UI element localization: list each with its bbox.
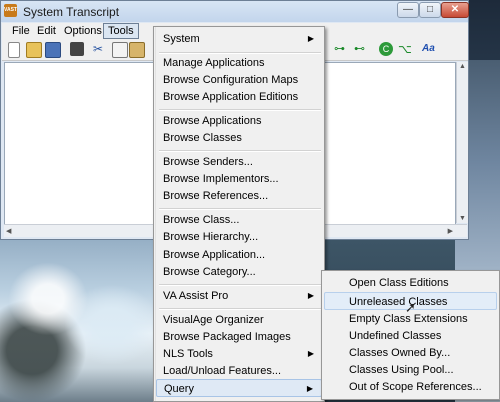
- menu-item-va-assist-pro[interactable]: VA Assist Pro ▶: [156, 287, 322, 305]
- window-title: System Transcript: [23, 5, 120, 19]
- menu-item-label: VA Assist Pro: [163, 290, 229, 302]
- maximize-button[interactable]: □: [419, 2, 441, 18]
- menu-item-label: Query: [164, 383, 194, 395]
- menu-item-browse-class[interactable]: Browse Class...: [156, 211, 322, 229]
- menu-item-browse-senders[interactable]: Browse Senders...: [156, 153, 322, 171]
- menu-separator: [159, 308, 321, 310]
- scroll-up-arrow-icon[interactable]: ▲: [459, 63, 466, 70]
- query-item-classes-using-pool[interactable]: Classes Using Pool...: [324, 361, 497, 379]
- font-icon[interactable]: Aa: [422, 42, 440, 56]
- menu-item-browse-packaged-images[interactable]: Browse Packaged Images: [156, 328, 322, 346]
- mouse-cursor-icon: ➚: [405, 300, 416, 315]
- paste-icon[interactable]: [129, 42, 145, 58]
- menu-item-nls-tools[interactable]: NLS Tools ▶: [156, 345, 322, 363]
- scroll-left-arrow-icon[interactable]: ◀: [6, 227, 11, 235]
- submenu-arrow-icon: ▶: [306, 384, 313, 393]
- new-icon[interactable]: [8, 42, 20, 58]
- menu-separator: [159, 109, 321, 111]
- submenu-arrow-icon: ▶: [307, 349, 314, 358]
- menu-item-load-unload-features[interactable]: Load/Unload Features...: [156, 362, 322, 380]
- menu-item-browse-application-editions[interactable]: Browse Application Editions: [156, 88, 322, 106]
- title-bar[interactable]: VAST System Transcript — □ ✕: [1, 1, 469, 22]
- menu-separator: [159, 208, 321, 210]
- print-icon[interactable]: [70, 42, 84, 56]
- menu-item-browse-classes[interactable]: Browse Classes: [156, 129, 322, 147]
- scroll-down-arrow-icon[interactable]: ▼: [459, 215, 466, 222]
- query-item-out-of-scope-references[interactable]: Out of Scope References...: [324, 378, 497, 396]
- branch-icon[interactable]: ⌥: [398, 42, 412, 56]
- query-item-classes-owned-by[interactable]: Classes Owned By...: [324, 344, 497, 362]
- menu-item-browse-implementors[interactable]: Browse Implementors...: [156, 170, 322, 188]
- query-submenu: Open Class Editions Unreleased Classes E…: [321, 270, 500, 400]
- refresh-icon[interactable]: C: [379, 42, 393, 56]
- wallpaper-scenery: [0, 230, 160, 402]
- menu-tools[interactable]: Tools: [103, 23, 139, 39]
- cut-icon[interactable]: ✂: [93, 42, 107, 56]
- menu-item-browse-hierarchy[interactable]: Browse Hierarchy...: [156, 228, 322, 246]
- close-button[interactable]: ✕: [441, 2, 469, 18]
- open-icon[interactable]: [26, 42, 42, 58]
- menu-item-query[interactable]: Query ▶: [156, 379, 322, 397]
- vertical-scrollbar[interactable]: ▲ ▼: [456, 62, 468, 223]
- menu-item-label: System: [163, 33, 200, 45]
- menu-item-browse-configuration-maps[interactable]: Browse Configuration Maps: [156, 71, 322, 89]
- scroll-right-arrow-icon[interactable]: ▶: [448, 227, 453, 235]
- hierarchy-icon[interactable]: ⊶: [334, 42, 348, 56]
- query-item-open-class-editions[interactable]: Open Class Editions: [324, 274, 497, 292]
- menu-file[interactable]: File: [8, 24, 34, 38]
- menu-item-browse-category[interactable]: Browse Category...: [156, 263, 322, 281]
- menu-separator: [159, 150, 321, 152]
- menu-item-manage-applications[interactable]: Manage Applications: [156, 54, 322, 72]
- app-icon[interactable]: VAST: [4, 4, 17, 17]
- menu-item-system[interactable]: System ▶: [156, 30, 322, 48]
- menu-edit[interactable]: Edit: [33, 24, 60, 38]
- tree-icon[interactable]: ⊷: [354, 42, 368, 56]
- minimize-button[interactable]: —: [397, 2, 419, 18]
- tools-menu: System ▶ Manage Applications Browse Conf…: [153, 26, 325, 402]
- submenu-arrow-icon: ▶: [307, 291, 314, 300]
- menu-item-browse-application[interactable]: Browse Application...: [156, 246, 322, 264]
- menu-item-browse-references[interactable]: Browse References...: [156, 187, 322, 205]
- menu-separator: [159, 284, 321, 286]
- submenu-arrow-icon: ▶: [307, 34, 314, 43]
- menu-options[interactable]: Options: [60, 24, 106, 38]
- menu-item-visualage-organizer[interactable]: VisualAge Organizer: [156, 311, 322, 329]
- query-item-undefined-classes[interactable]: Undefined Classes: [324, 327, 497, 345]
- save-icon[interactable]: [45, 42, 61, 58]
- menu-item-browse-applications[interactable]: Browse Applications: [156, 112, 322, 130]
- menu-item-label: NLS Tools: [163, 348, 213, 360]
- copy-icon[interactable]: [112, 42, 128, 58]
